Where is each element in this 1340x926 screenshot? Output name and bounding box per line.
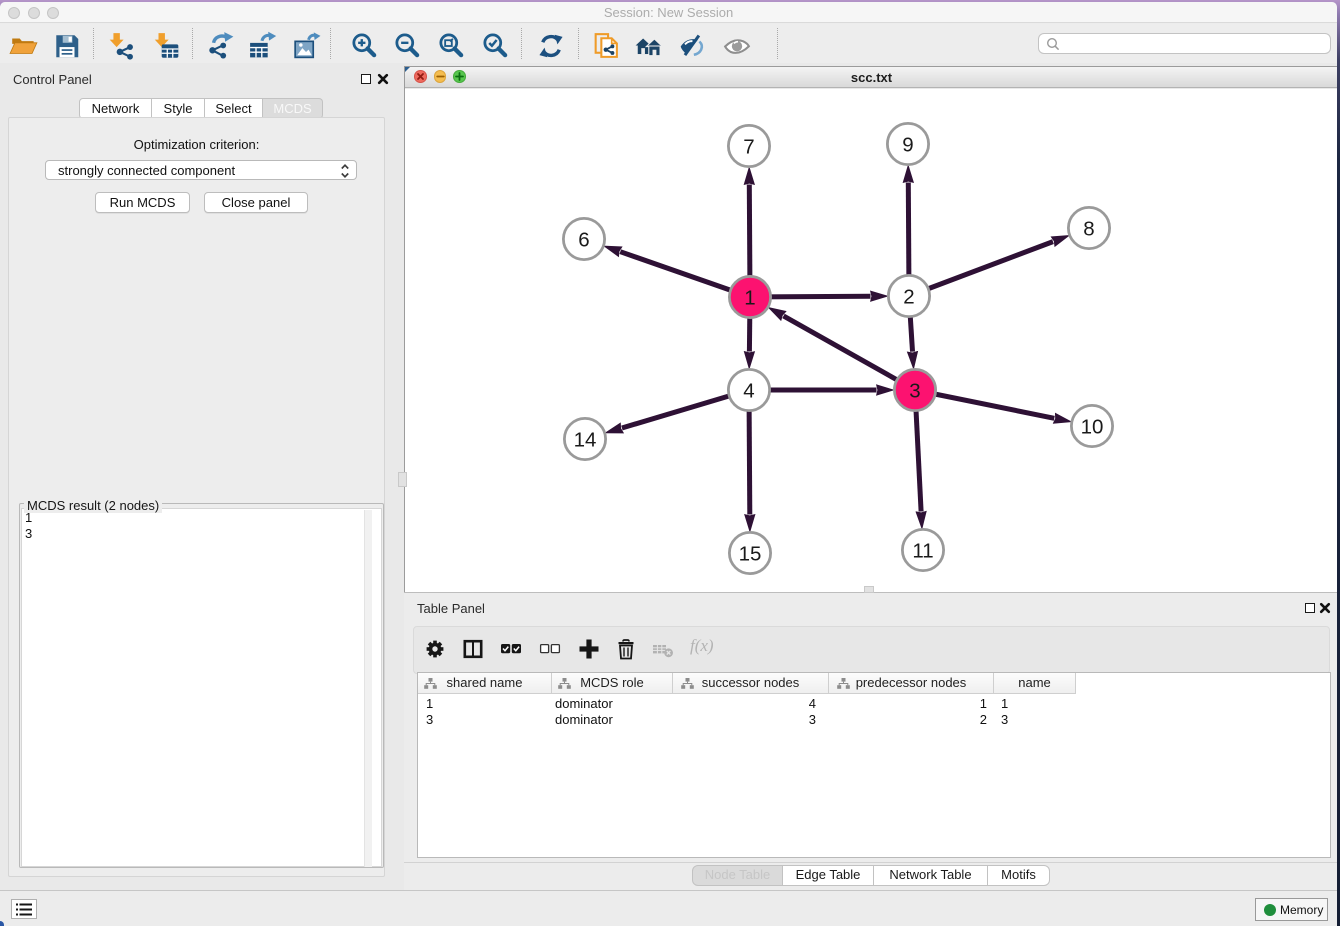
svg-text:7: 7	[743, 135, 754, 158]
svg-text:9: 9	[902, 133, 913, 156]
svg-text:2: 2	[903, 285, 914, 308]
svg-text:8: 8	[1083, 217, 1094, 240]
svg-text:4: 4	[743, 379, 754, 402]
svg-text:10: 10	[1081, 415, 1104, 438]
svg-text:6: 6	[578, 228, 589, 251]
svg-text:1: 1	[744, 286, 755, 309]
svg-text:11: 11	[912, 539, 933, 562]
svg-text:15: 15	[739, 542, 762, 565]
svg-text:14: 14	[574, 428, 597, 451]
svg-text:3: 3	[909, 379, 920, 402]
